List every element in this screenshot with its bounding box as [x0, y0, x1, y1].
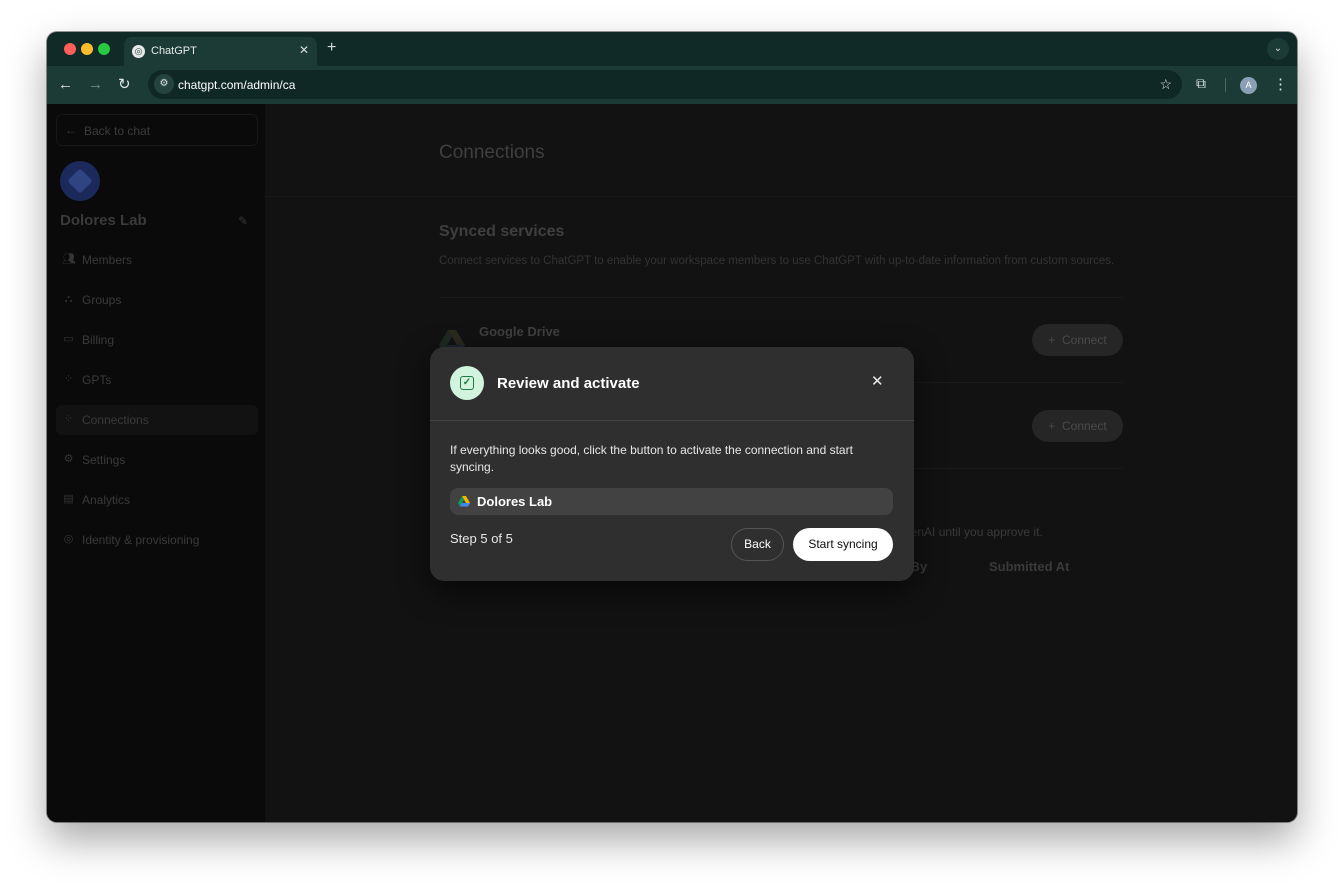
sidebar-item-label: Settings [82, 453, 126, 467]
workspace-name: Dolores Lab [60, 212, 147, 229]
sidebar-item-label: Groups [82, 293, 122, 307]
browser-window: ◎ ChatGPT ✕ + ⌄ ← → ↻ ⚙ chatgpt.com/admi… [47, 32, 1297, 822]
tab-search-chevron-icon[interactable]: ⌄ [1267, 38, 1289, 60]
connect-service-button[interactable]: + Connect [1032, 410, 1123, 442]
browser-menu-icon[interactable]: ⋮ [1273, 75, 1288, 93]
close-window-button[interactable] [64, 43, 76, 55]
approval-note: penAI until you approve it. [904, 525, 1043, 539]
sidebar-item-members[interactable]: 👥︎ Members [56, 245, 258, 275]
back-to-chat-button[interactable]: ← Back to chat [56, 114, 258, 146]
bookmark-star-icon[interactable]: ☆ [1159, 76, 1172, 93]
back-button[interactable]: Back [731, 528, 784, 561]
tab-close-icon[interactable]: ✕ [299, 43, 309, 57]
column-header-submitted-at: Submitted At [989, 559, 1070, 574]
site-info-icon[interactable]: ⚙ [154, 74, 174, 94]
browser-toolbar: ← → ↻ ⚙ chatgpt.com/admin/ca ☆ ⧉ A ⋮ [47, 66, 1297, 104]
google-drive-icon [458, 496, 470, 507]
dialog-title: Review and activate [497, 375, 640, 392]
chatgpt-favicon-icon: ◎ [132, 45, 145, 58]
review-activate-dialog: ✓ Review and activate ✕ If everything lo… [430, 347, 914, 581]
browser-tab-chatgpt[interactable]: ◎ ChatGPT ✕ [124, 37, 317, 66]
address-bar[interactable]: ⚙ chatgpt.com/admin/ca ☆ [148, 70, 1182, 99]
sidebar-item-label: Analytics [82, 493, 131, 507]
row-divider [439, 297, 1123, 298]
sidebar-item-connections[interactable]: ⁘ Connections [56, 405, 258, 435]
back-to-chat-label: Back to chat [84, 124, 151, 138]
identity-icon: ◎ [63, 533, 74, 545]
profile-avatar[interactable]: A [1240, 77, 1257, 94]
sidebar-item-label: Identity & provisioning [82, 533, 200, 547]
page-title: Connections [439, 142, 545, 163]
forward-arrow-icon[interactable]: → [88, 76, 103, 94]
sidebar-item-label: Members [82, 253, 133, 267]
synced-services-title: Synced services [439, 223, 565, 240]
dialog-divider [430, 420, 914, 421]
sidebar-item-label: Connections [82, 413, 149, 427]
page-content: ← Back to chat Dolores Lab ✎ 👥︎ Members … [47, 104, 1297, 822]
dialog-description: If everything looks good, click the butt… [450, 443, 853, 474]
workspace-chip-label: Dolores Lab [477, 494, 553, 509]
toolbar-separator [1225, 78, 1226, 92]
back-arrow-icon[interactable]: ← [58, 76, 73, 94]
connect-label: Connect [1061, 419, 1107, 433]
url-text: chatgpt.com/admin/ca [178, 78, 296, 92]
new-tab-icon[interactable]: + [327, 39, 336, 57]
admin-sidebar: ← Back to chat Dolores Lab ✎ 👥︎ Members … [47, 104, 265, 822]
connect-google-drive-button[interactable]: + Connect [1032, 324, 1123, 356]
members-icon: 👥︎ [62, 253, 76, 265]
dialog-badge: ✓ [450, 366, 484, 400]
service-name-google-drive: Google Drive [479, 324, 560, 339]
maximize-window-button[interactable] [98, 43, 110, 55]
sidebar-item-settings[interactable]: ⚙ Settings [56, 445, 258, 475]
header-divider [265, 196, 1297, 197]
workspace-logo [60, 161, 100, 201]
tab-strip: ◎ ChatGPT ✕ + ⌄ [47, 32, 1297, 66]
close-icon[interactable]: ✕ [871, 374, 884, 390]
reload-icon[interactable]: ↻ [118, 76, 131, 94]
billing-icon: ▭ [63, 333, 74, 345]
sidebar-item-groups[interactable]: ⛬ Groups [56, 285, 258, 315]
sidebar-item-label: Billing [82, 333, 115, 347]
connections-icon: ⁘ [63, 413, 74, 425]
workspace-chip: Dolores Lab [450, 488, 893, 515]
minimize-window-button[interactable] [81, 43, 93, 55]
step-indicator: Step 5 of 5 [450, 531, 513, 546]
start-syncing-button[interactable]: Start syncing [793, 528, 893, 561]
sidebar-item-label: GPTs [82, 373, 112, 387]
synced-services-description: Connect services to ChatGPT to enable yo… [439, 255, 1115, 267]
groups-icon: ⛬ [64, 293, 73, 305]
connect-label: Connect [1061, 333, 1107, 347]
sidebar-item-billing[interactable]: ▭ Billing [56, 325, 258, 355]
gem-icon [67, 168, 93, 194]
extensions-puzzle-icon[interactable]: ⧉ [1196, 75, 1206, 92]
gpts-icon: ⁘ [63, 373, 74, 385]
sidebar-item-gpts[interactable]: ⁘ GPTs [56, 365, 258, 395]
back-arrow-icon: ← [65, 123, 77, 137]
tab-title: ChatGPT [151, 45, 197, 57]
sidebar-item-analytics[interactable]: ▤ Analytics [56, 485, 258, 515]
settings-icon: ⚙ [63, 453, 74, 465]
sidebar-item-identity-provisioning[interactable]: ◎ Identity & provisioning [56, 525, 258, 555]
analytics-icon: ▤ [63, 493, 74, 505]
edit-pencil-icon[interactable]: ✎ [238, 214, 248, 228]
checkbox-check-icon: ✓ [460, 376, 474, 390]
